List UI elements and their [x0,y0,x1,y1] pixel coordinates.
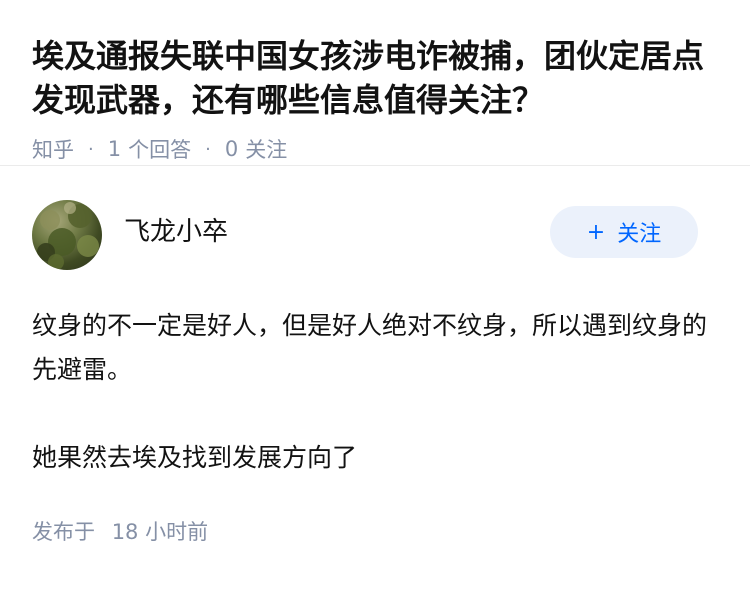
answer-content: 纹身的不一定是好人，但是好人绝对不纹身，所以遇到纹身的先避雷。 她果然去埃及找到… [32,304,718,480]
avatar-foliage-image [37,202,99,270]
plus-icon: + [586,219,606,245]
site-name[interactable]: 知乎 [32,134,74,164]
answer-paragraph: 纹身的不一定是好人，但是好人绝对不纹身，所以遇到纹身的先避雷。 [32,311,708,384]
avatar[interactable] [32,200,102,270]
follower-count: 0 [224,137,239,161]
published-label: 发布于 [32,520,95,544]
author-row: 飞龙小卒 + 关注 [32,200,718,270]
follower-count-label: 关注 [245,138,288,162]
question-header: 埃及通报失联中国女孩涉电诈被捕，团伙定居点发现武器，还有哪些信息值得关注？ 知乎… [0,0,750,166]
question-title[interactable]: 埃及通报失联中国女孩涉电诈被捕，团伙定居点发现武器，还有哪些信息值得关注？ [32,34,718,122]
answer-card: 飞龙小卒 + 关注 纹身的不一定是好人，但是好人绝对不纹身，所以遇到纹身的先避雷… [0,166,750,546]
answer-count-label: 个回答 [128,138,192,162]
follow-button[interactable]: + 关注 [550,206,698,258]
answer-paragraph: 她果然去埃及找到发展方向了 [32,443,358,472]
answer-count: 1 [107,137,122,161]
follow-button-label: 关注 [617,222,662,247]
zhihu-question-page: 埃及通报失联中国女孩涉电诈被捕，团伙定居点发现武器，还有哪些信息值得关注？ 知乎… [0,0,750,616]
meta-separator: · [205,138,211,160]
question-meta: 知乎 · 1 个回答 · 0 关注 [32,134,718,164]
author-name[interactable]: 飞龙小卒 [124,211,550,248]
publish-info: 发布于 18 小时前 [32,516,718,546]
meta-separator: · [88,138,94,160]
published-time: 18 小时前 [111,520,209,544]
